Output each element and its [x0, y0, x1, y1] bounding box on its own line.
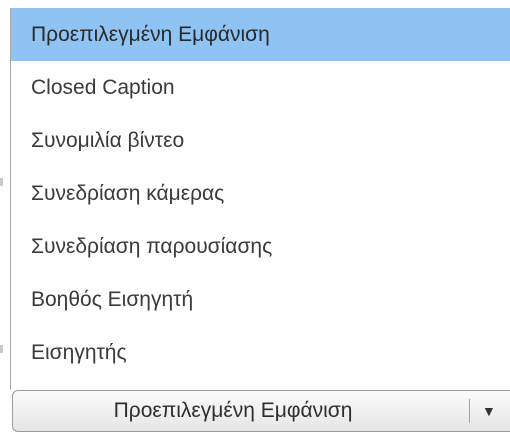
layout-options-list: Προεπιλεγμένη Εμφάνιση Closed Caption Συ… — [10, 8, 510, 390]
chevron-down-icon[interactable]: ▼ — [482, 404, 496, 418]
layout-option-presentation-session[interactable]: Συνεδρίαση παρουσίασης — [11, 220, 510, 273]
layout-option-camera-session[interactable]: Συνεδρίαση κάμερας — [11, 167, 510, 220]
layout-option-closed-caption[interactable]: Closed Caption — [11, 61, 510, 114]
page-edge-mark — [0, 345, 3, 353]
layout-option-default-view[interactable]: Προεπιλεγμένη Εμφάνιση — [11, 8, 510, 61]
layout-select[interactable]: Προεπιλεγμένη Εμφάνιση ▼ — [12, 390, 510, 432]
layout-selector-stage: Προεπιλεγμένη Εμφάνιση Closed Caption Συ… — [0, 0, 510, 435]
layout-option-presenter-assistant[interactable]: Βοηθός Εισηγητή — [11, 273, 510, 326]
page-edge-mark — [0, 178, 3, 186]
layout-option-video-chat[interactable]: Συνομιλία βίντεο — [11, 114, 510, 167]
select-divider — [469, 399, 470, 423]
layout-option-presenter[interactable]: Εισηγητής — [11, 326, 510, 379]
layout-select-value: Προεπιλεγμένη Εμφάνιση — [113, 399, 353, 422]
